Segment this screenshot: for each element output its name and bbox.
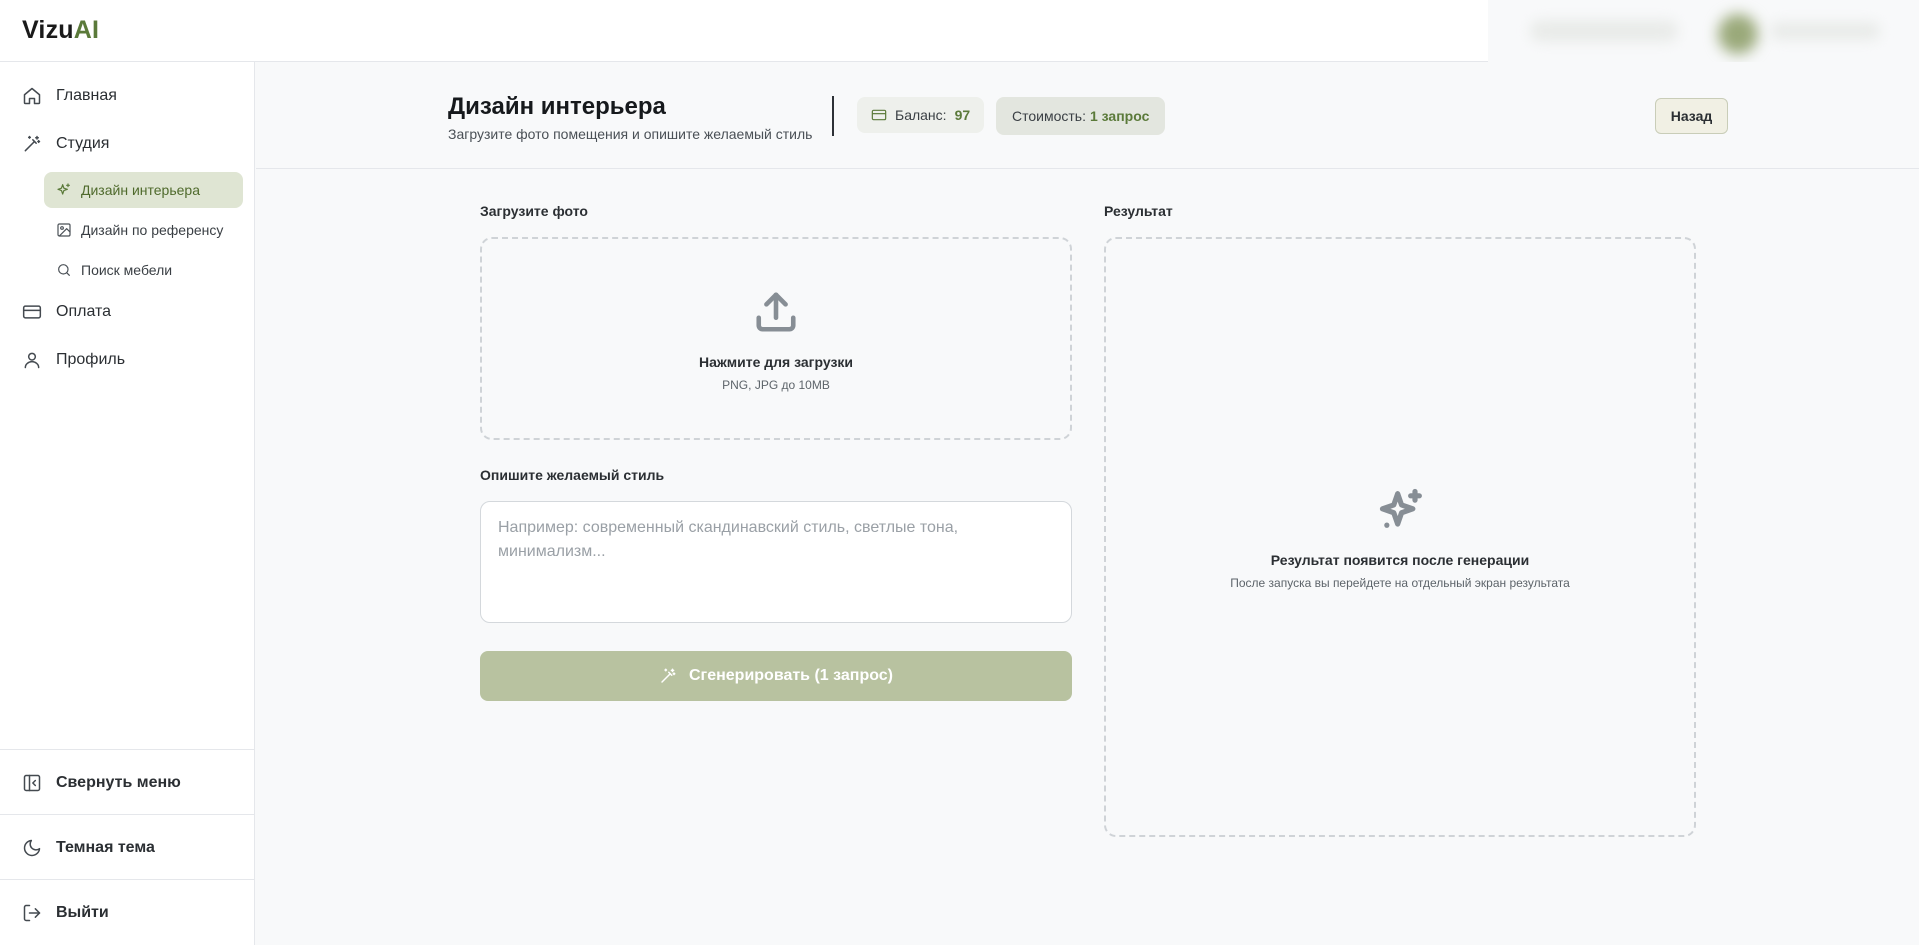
balance-value: 97 [954,107,971,123]
style-description-input[interactable] [480,501,1072,623]
top-bar: VizuAI [0,0,1919,62]
sidebar-subitem-furniture-search[interactable]: Поиск мебели [44,252,243,288]
sidebar-item-home[interactable]: Главная [22,86,117,106]
sidebar-item-label: Оплата [56,303,112,320]
blurred-user-name [1770,22,1880,40]
sidebar: Главная Студия Дизайн интерьера Дизайн п… [0,62,255,945]
logout-button[interactable]: Выйти [22,903,109,923]
user-icon [24,352,40,369]
sidebar-item-label: Студия [56,135,110,152]
logo-text-part2: AI [73,16,100,44]
balance-label: Баланс: [895,107,947,123]
home-icon [23,87,41,105]
result-title: Результат появится после генерации [1270,552,1530,568]
page-header: Дизайн интерьера Загрузите фото помещени… [256,62,1919,169]
page-subtitle: Загрузите фото помещения и опишите желае… [448,126,813,142]
sidebar-divider [0,879,255,880]
blurred-balance-pill [1530,20,1678,42]
sidebar-subitem-interior-design[interactable]: Дизайн интерьера [44,172,243,208]
credit-card-icon [871,109,887,121]
sidebar-subitem-label: Дизайн интерьера [81,182,200,198]
upload-title: Нажмите для загрузки [698,354,854,370]
magic-wand-icon [24,135,41,152]
result-section-label: Результат [1104,203,1173,219]
logo-text-part1: Vizu [22,16,74,44]
style-section-label: Опишите желаемый стиль [480,467,665,483]
sidebar-divider [0,749,255,750]
sidebar-item-label: Главная [56,87,117,104]
image-icon [57,223,71,237]
app-logo[interactable]: VizuAI [22,16,99,45]
collapse-menu-button[interactable]: Свернуть меню [22,773,181,793]
generate-button-label: Сгенерировать (1 запрос) [688,667,893,684]
photo-upload-dropzone[interactable]: Нажмите для загрузки PNG, JPG до 10MB [480,237,1072,440]
dark-theme-toggle[interactable]: Темная тема [22,838,155,858]
upload-icon [756,292,796,332]
result-panel: Результат появится после генерации После… [1104,237,1696,837]
upload-section-label: Загрузите фото [480,203,588,219]
sidebar-item-studio[interactable]: Студия [22,134,109,154]
sidebar-item-payment[interactable]: Оплата [22,302,111,322]
logout-label: Выйти [56,904,109,921]
sidebar-divider [0,814,255,815]
cost-value: 1 запрос [1089,108,1150,124]
sidebar-subitem-label: Дизайн по референсу [81,222,224,238]
credit-card-icon [22,305,42,319]
sidebar-subitem-label: Поиск мебели [81,262,173,278]
sparkles-icon [1379,488,1422,528]
magic-wand-icon [661,668,676,683]
collapse-menu-label: Свернуть меню [56,774,181,791]
header-divider [832,96,834,136]
blurred-user-area [1488,0,1919,62]
moon-icon [23,839,41,857]
upload-hint: PNG, JPG до 10MB [722,378,830,392]
logout-icon [23,904,41,922]
search-icon [58,264,70,276]
sidebar-subitem-reference-design[interactable]: Дизайн по референсу [44,212,243,248]
dark-theme-label: Темная тема [56,839,155,856]
avatar[interactable] [1718,14,1758,54]
page-title: Дизайн интерьера [448,93,666,120]
cost-label: Стоимость: [1012,108,1086,124]
result-hint: После запуска вы перейдете на отдельный … [1230,576,1570,590]
sidebar-item-profile[interactable]: Профиль [22,350,125,370]
generate-button[interactable]: Сгенерировать (1 запрос) [480,651,1072,701]
balance-badge: Баланс: 97 [857,97,985,133]
sidebar-item-label: Профиль [56,351,126,368]
panel-collapse-icon [23,774,41,792]
sparkles-icon [57,183,70,195]
back-button[interactable]: Назад [1655,98,1728,134]
cost-badge: Стоимость: 1 запрос [996,97,1166,135]
